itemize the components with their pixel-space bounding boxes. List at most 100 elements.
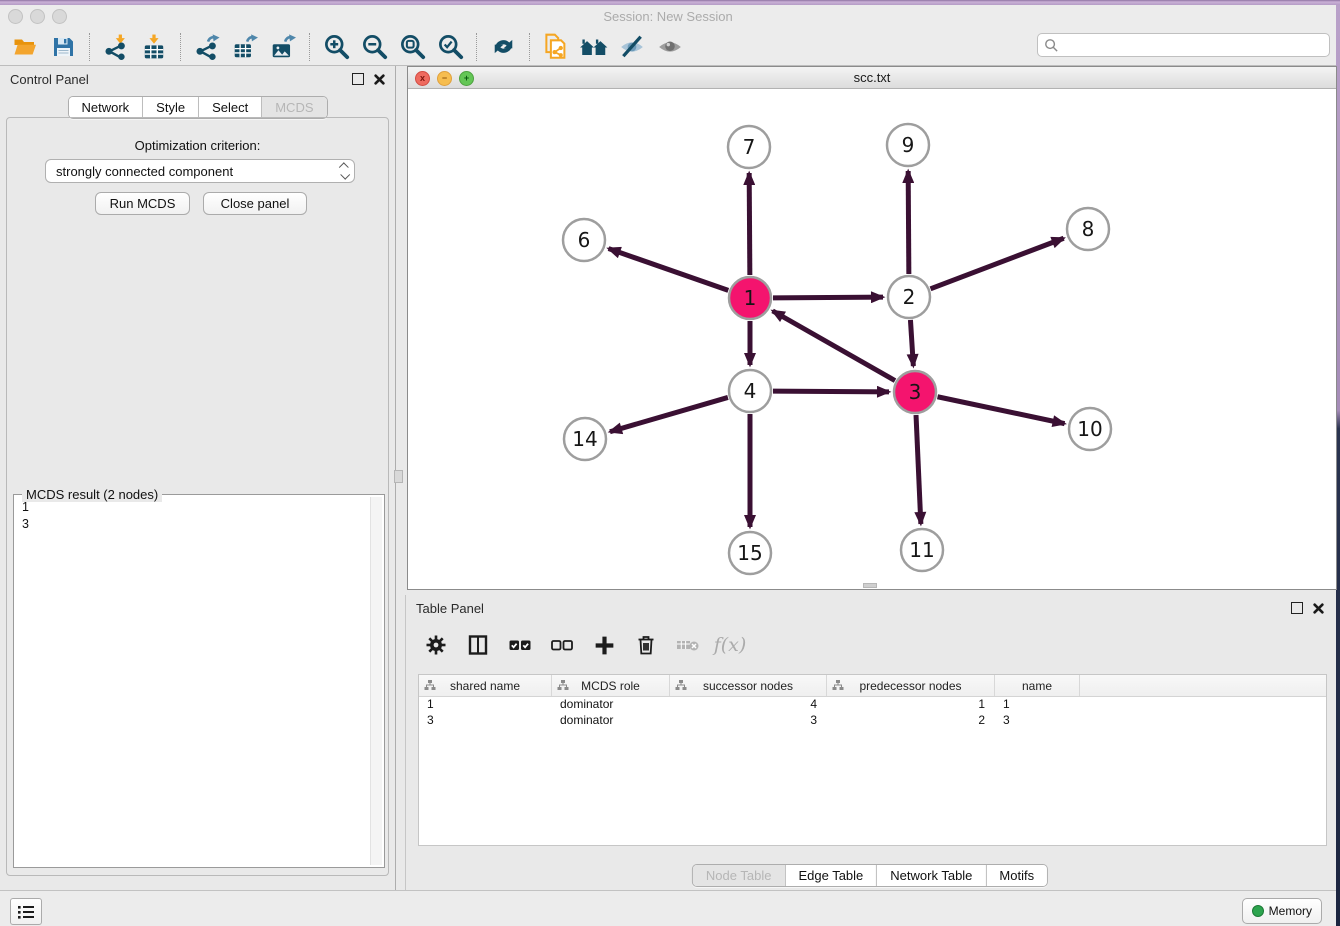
edge-3-1[interactable] [773, 311, 895, 381]
new-network-from-selection-icon[interactable] [537, 31, 575, 63]
edge-1-2[interactable] [773, 297, 883, 298]
graph-node-label: 8 [1082, 217, 1095, 241]
edge-2-3[interactable] [910, 320, 913, 366]
float-panel-icon[interactable] [352, 73, 364, 85]
edge-4-3[interactable] [773, 391, 889, 392]
table-cell[interactable]: dominator [552, 697, 670, 713]
function-builder-icon[interactable]: f(x) [712, 629, 748, 661]
add-row-icon[interactable] [586, 629, 622, 661]
table-cell[interactable]: 1 [995, 697, 1080, 713]
delete-row-icon[interactable] [628, 629, 664, 661]
toolbar-separator [309, 33, 310, 61]
apply-layout-icon[interactable] [484, 31, 522, 63]
memory-button[interactable]: Memory [1242, 898, 1322, 924]
open-file-icon[interactable] [6, 31, 44, 63]
table-cell[interactable]: 1 [827, 697, 995, 713]
edge-3-10[interactable] [938, 397, 1065, 424]
result-line: 3 [22, 516, 370, 533]
window-minimize-icon[interactable] [30, 9, 45, 24]
tab-mcds[interactable]: MCDS [261, 97, 326, 118]
table-cell[interactable]: 3 [419, 713, 552, 729]
node-table: shared nameMCDS rolesuccessor nodes prede… [418, 674, 1327, 846]
run-mcds-button[interactable]: Run MCDS [95, 192, 190, 215]
zoom-in-icon[interactable] [317, 31, 355, 63]
task-list-icon [17, 904, 35, 920]
window-close-icon[interactable] [8, 9, 23, 24]
edge-1-6[interactable] [609, 249, 729, 291]
edge-1-7[interactable] [749, 173, 750, 275]
edge-3-11[interactable] [916, 415, 921, 524]
close-icon[interactable]: x [415, 71, 430, 86]
result-scrollbar[interactable] [370, 497, 382, 865]
window-zoom-icon[interactable] [52, 9, 67, 24]
graph-node-label: 2 [903, 285, 916, 309]
mcds-tab-pane: Optimization criterion: strongly connect… [6, 117, 389, 876]
unselect-all-icon[interactable] [544, 629, 580, 661]
zoom-icon[interactable]: + [459, 71, 474, 86]
select-all-icon[interactable] [502, 629, 538, 661]
table-cell[interactable]: 4 [670, 697, 827, 713]
tab-network[interactable]: Network [68, 97, 142, 118]
zoom-out-icon[interactable] [355, 31, 393, 63]
network-window-titlebar[interactable]: x − + scc.txt [408, 67, 1336, 89]
zoom-selected-icon[interactable] [431, 31, 469, 63]
export-network-icon[interactable] [188, 31, 226, 63]
control-panel-title: Control Panel [10, 72, 89, 87]
memory-label: Memory [1269, 904, 1312, 918]
settings-gear-icon[interactable] [418, 629, 454, 661]
first-neighbors-icon[interactable] [575, 31, 613, 63]
show-graphics-icon[interactable] [651, 31, 689, 63]
close-panel-icon[interactable] [374, 74, 385, 85]
tab-motifs[interactable]: Motifs [985, 865, 1047, 886]
tab-node-table[interactable]: Node Table [693, 865, 785, 886]
edge-2-8[interactable] [931, 238, 1064, 289]
table-cell[interactable]: dominator [552, 713, 670, 729]
split-divider-grip[interactable] [394, 470, 403, 483]
tab-edge-table[interactable]: Edge Table [784, 865, 876, 886]
network-canvas[interactable]: 7968124314101511 [408, 89, 1336, 589]
task-history-button[interactable] [10, 898, 42, 925]
minimize-icon[interactable]: − [437, 71, 452, 86]
table-cell[interactable]: 3 [995, 713, 1080, 729]
import-network-icon[interactable] [97, 31, 135, 63]
export-table-icon[interactable] [226, 31, 264, 63]
close-panel-icon[interactable] [1313, 603, 1324, 614]
import-table-icon[interactable] [135, 31, 173, 63]
tab-style[interactable]: Style [142, 97, 198, 118]
search-field[interactable] [1037, 33, 1330, 57]
table-row[interactable]: 1dominator411 [419, 697, 1326, 713]
save-session-icon[interactable] [44, 31, 82, 63]
search-input[interactable] [1059, 35, 1329, 55]
graph-node-label: 14 [572, 427, 597, 451]
toolbar-separator [89, 33, 90, 61]
criterion-dropdown[interactable]: strongly connected component [45, 159, 355, 183]
column-header-filler [1080, 675, 1326, 696]
column-view-icon[interactable] [460, 629, 496, 661]
delete-column-icon[interactable] [670, 629, 706, 661]
dropdown-stepper-icon [334, 160, 354, 182]
column-header-successor-nodes[interactable]: successor nodes [670, 675, 827, 696]
tab-select[interactable]: Select [198, 97, 261, 118]
table-cell[interactable]: 1 [419, 697, 552, 713]
column-header-shared-name[interactable]: shared name [419, 675, 552, 696]
result-line: 1 [22, 499, 370, 516]
table-cell[interactable]: 2 [827, 713, 995, 729]
network-window-resize-grip[interactable] [863, 583, 877, 588]
zoom-fit-icon[interactable] [393, 31, 431, 63]
column-header-name[interactable]: name [995, 675, 1080, 696]
edge-2-9[interactable] [908, 171, 909, 274]
tab-network-table[interactable]: Network Table [876, 865, 985, 886]
export-image-icon[interactable] [264, 31, 302, 63]
column-header-MCDS-role[interactable]: MCDS role [552, 675, 670, 696]
toolbar-separator [180, 33, 181, 61]
column-header-label: predecessor nodes [859, 679, 961, 693]
mcds-result-text[interactable]: 13 [16, 499, 370, 865]
close-panel-button[interactable]: Close panel [203, 192, 307, 215]
edge-4-14[interactable] [610, 397, 728, 431]
column-header-predecessor-nodes[interactable]: predecessor nodes [827, 675, 995, 696]
table-row[interactable]: 3dominator323 [419, 713, 1326, 729]
float-panel-icon[interactable] [1291, 602, 1303, 614]
table-cell[interactable]: 3 [670, 713, 827, 729]
graph-node-label: 4 [744, 379, 757, 403]
hide-selected-icon[interactable] [613, 31, 651, 63]
